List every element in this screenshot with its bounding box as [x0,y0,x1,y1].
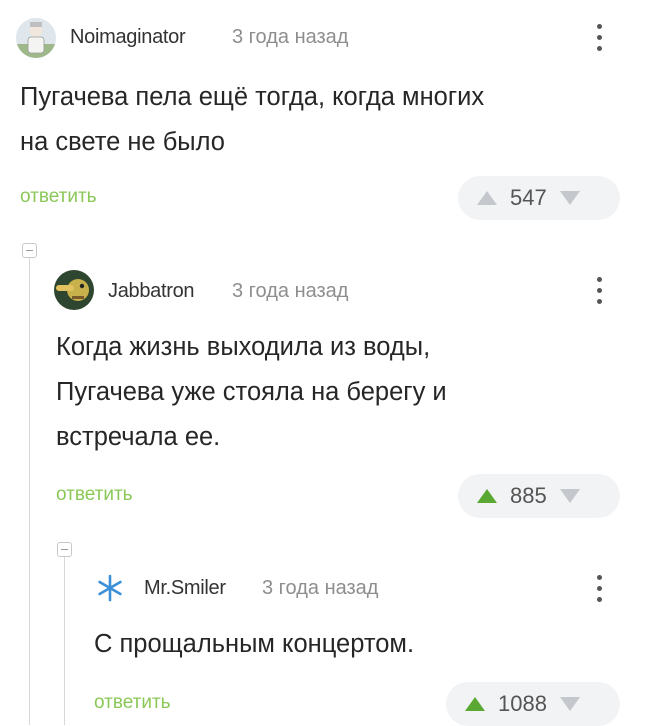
snowflake-icon [98,574,122,602]
reply-link[interactable]: ответить [20,186,97,208]
comment-text-line: Когда жизнь выходила из воды, [56,333,431,361]
minus-square-icon[interactable] [57,542,72,557]
comment-text-line: Пугачева пела ещё тогда, когда многих [20,83,485,111]
triangle-up-icon[interactable] [476,488,498,504]
more-vertical-icon[interactable] [596,24,602,51]
vote-control: 885 [458,474,620,518]
more-vertical-icon[interactable] [596,277,602,304]
comment-username[interactable]: Mr.Smiler [144,577,226,600]
triangle-up-icon[interactable] [464,696,486,712]
vote-control: 1088 [446,682,620,726]
comment-timestamp: 3 года назад [262,577,379,599]
comment-username[interactable]: Jabbatron [108,280,195,303]
thread-line [64,557,65,725]
comment-text: Когда жизнь выходила из воды, Пугачева у… [56,325,626,460]
comment-username[interactable]: Noimaginator [70,26,186,49]
reply-link[interactable]: ответить [94,692,171,714]
triangle-down-icon[interactable] [559,696,581,712]
comment-timestamp: 3 года назад [232,26,349,48]
avatar[interactable] [90,568,130,608]
avatar-image [16,18,56,58]
thread-line [29,258,30,725]
comment-text-line: С прощальным концертом. [94,630,415,658]
more-vertical-icon[interactable] [596,575,602,602]
comment-text: С прощальным концертом. [94,622,624,667]
rating-count: 547 [510,185,547,210]
comment-text-line: на свете не было [20,128,225,156]
avatar[interactable] [16,18,56,58]
triangle-up-icon[interactable] [476,190,498,206]
triangle-down-icon[interactable] [559,488,581,504]
vote-control: 547 [458,176,620,220]
avatar-image [54,270,94,310]
reply-link[interactable]: ответить [56,484,133,506]
minus-square-icon[interactable] [22,243,37,258]
avatar[interactable] [54,270,94,310]
comment-text: Пугачева пела ещё тогда, когда многих на… [20,75,620,165]
comment-text-line: Пугачева уже стояла на берегу и [56,378,447,406]
comment-timestamp: 3 года назад [232,280,349,302]
comment-text-line: встречала ее. [56,423,221,451]
rating-count: 885 [510,483,547,508]
triangle-down-icon[interactable] [559,190,581,206]
rating-count: 1088 [498,691,547,716]
